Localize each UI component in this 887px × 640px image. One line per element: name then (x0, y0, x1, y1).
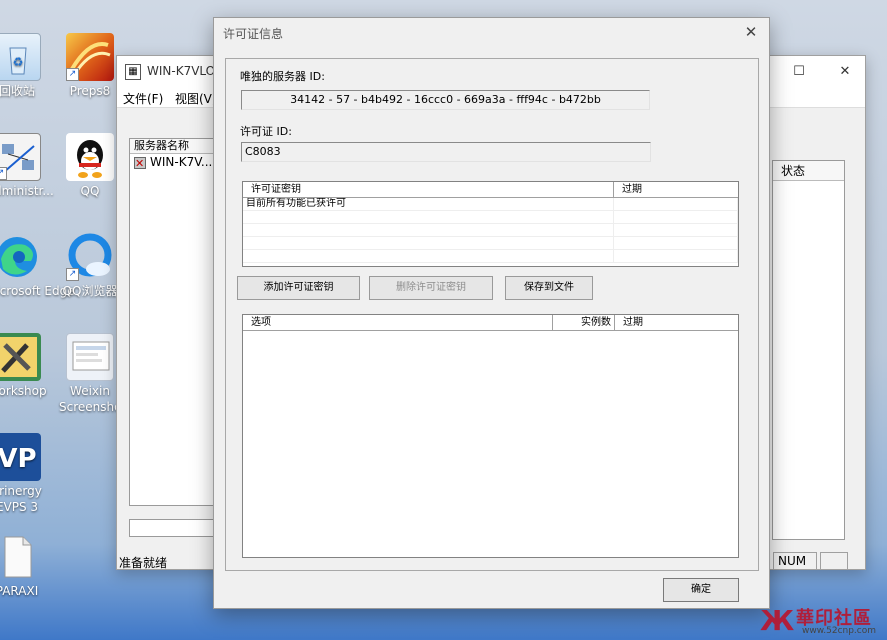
status-column-header[interactable]: 状态 (773, 161, 844, 181)
watermark-url: www.52cnp.com (802, 626, 877, 636)
desktop-icon-label: QQ (80, 184, 100, 198)
add-license-key-button[interactable]: 添加许可证密钥 (237, 276, 360, 300)
desktop-icon-preps[interactable]: ↗ Preps8 (59, 33, 121, 99)
desktop-icon-qq[interactable]: QQ (59, 133, 121, 199)
desktop-icon-label: Administr... (0, 184, 54, 198)
ok-button[interactable]: 确定 (663, 578, 739, 602)
desktop-icon-prinergy[interactable]: VP Prinergy EVPS 3 (0, 433, 48, 515)
tree-header[interactable]: 服务器名称 (130, 139, 223, 154)
empty-cell (614, 250, 738, 262)
empty-cell (614, 211, 738, 223)
edge-icon (0, 233, 41, 281)
license-key-list[interactable]: 许可证密钥 过期 目前所有功能已获许可 (242, 181, 739, 267)
app-icon: ▦ (125, 64, 141, 80)
empty-cell (243, 211, 614, 223)
column-instances[interactable]: 实例数 (553, 315, 615, 330)
close-icon[interactable]: ✕ (835, 62, 855, 82)
qq-browser-icon: ↗ (66, 233, 114, 281)
table-row[interactable]: 目前所有功能已获许可 (243, 198, 738, 211)
license-key-cell: 目前所有功能已获许可 (243, 198, 614, 210)
empty-cell (614, 224, 738, 236)
status-list[interactable]: 状态 (772, 160, 845, 540)
empty-cell (243, 237, 614, 249)
desktop-icon-label: Weixin Screensho (59, 384, 122, 414)
dialog-title-bar[interactable]: 许可证信息 ✕ (214, 18, 769, 48)
menu-file[interactable]: 文件(F) (123, 90, 163, 107)
desktop-icon-weixin-screenshot[interactable]: Weixin Screensho (59, 333, 121, 415)
table-row (243, 237, 738, 250)
empty-cell (243, 250, 614, 262)
num-lock-indicator: NUM (773, 552, 817, 570)
desktop-icon-label: PARAXI (0, 584, 39, 598)
preps-icon: ↗ (66, 33, 114, 81)
table-row (243, 224, 738, 237)
desktop-icon-edge[interactable]: Microsoft Edge (0, 233, 75, 299)
server-id-field[interactable]: 34142 - 57 - b4b492 - 16ccc0 - 669a3a - … (241, 90, 650, 110)
desktop-icon-recycle-bin[interactable]: ♻ 回收站 (0, 33, 48, 99)
svg-text:♻: ♻ (13, 55, 24, 69)
table-row (243, 211, 738, 224)
empty-cell (243, 224, 614, 236)
shortcut-arrow-icon: ↗ (66, 68, 79, 81)
desktop-icon-label: Preps8 (69, 84, 111, 98)
save-to-file-button[interactable]: 保存到文件 (505, 276, 593, 300)
desktop-icon-label: Prinergy EVPS 3 (0, 484, 42, 514)
shortcut-arrow-icon: ↗ (66, 268, 79, 281)
svg-text:VP: VP (0, 444, 37, 474)
shortcut-arrow-icon: ↗ (0, 167, 7, 180)
server-id-value: 34142 - 57 - b4b492 - 16ccc0 - 669a3a - … (290, 93, 601, 106)
tree-item-label: WIN-K7V... (150, 155, 213, 169)
close-icon[interactable]: ✕ (741, 22, 761, 42)
network-icon: ↗ (0, 133, 41, 181)
license-id-label: 许可证 ID: (240, 125, 292, 138)
tree-item-server[interactable]: WIN-K7V... (130, 154, 223, 172)
status-text: 准备就绪 (119, 556, 168, 570)
bottom-field (129, 519, 224, 537)
dialog-content-frame: 唯独的服务器 ID: 34142 - 57 - b4b492 - 16ccc0 … (225, 58, 759, 571)
desktop-icon-qq-browser[interactable]: ↗ QQ浏览器 (59, 233, 121, 299)
desktop-icon-paraxi[interactable]: PARAXI (0, 533, 48, 599)
qq-penguin-icon (66, 133, 114, 181)
column-license-key[interactable]: 许可证密钥 (243, 182, 614, 197)
column-expiry[interactable]: 过期 (615, 315, 738, 330)
license-id-value: C8083 (245, 145, 281, 158)
options-header: 选项 实例数 过期 (243, 315, 738, 331)
desktop-icon-workshop[interactable]: Workshop (0, 333, 48, 399)
maximize-icon[interactable]: ☐ (789, 62, 809, 82)
document-icon (0, 533, 41, 581)
desktop-icon-label: Microsoft Edge (0, 284, 75, 298)
recycle-bin-icon: ♻ (0, 33, 41, 81)
empty-cell (614, 237, 738, 249)
server-id-label: 唯独的服务器 ID: (240, 70, 325, 83)
delete-license-key-button[interactable]: 删除许可证密钥 (369, 276, 493, 300)
dialog-title: 许可证信息 (223, 27, 284, 41)
prinergy-icon: VP (0, 433, 41, 481)
menu-view[interactable]: 视图(V) (175, 90, 217, 107)
screenshot-file-icon (66, 333, 114, 381)
watermark-logo-icon: Ж (760, 604, 795, 637)
desktop-icon-label: Workshop (0, 384, 47, 398)
options-list[interactable]: 选项 实例数 过期 (242, 314, 739, 558)
desktop-icon-administrator[interactable]: ↗ Administr... (0, 133, 54, 199)
column-expiry[interactable]: 过期 (614, 182, 738, 197)
desktop-icon-label: 回收站 (0, 84, 35, 98)
column-option[interactable]: 选项 (243, 315, 553, 330)
workshop-tools-icon (0, 333, 41, 381)
status-pane (820, 552, 848, 570)
watermark: Ж 華印社區 www.52cnp.com (760, 604, 887, 640)
table-row (243, 250, 738, 263)
license-id-field[interactable]: C8083 (241, 142, 651, 162)
server-tree[interactable]: 服务器名称 WIN-K7V... (129, 138, 224, 506)
server-error-icon (134, 155, 146, 172)
license-key-header: 许可证密钥 过期 (243, 182, 738, 198)
license-info-dialog[interactable]: 许可证信息 ✕ 唯独的服务器 ID: 34142 - 57 - b4b492 -… (213, 17, 770, 609)
desktop-icon-label: QQ浏览器 (62, 284, 118, 298)
expiry-cell (614, 198, 738, 210)
